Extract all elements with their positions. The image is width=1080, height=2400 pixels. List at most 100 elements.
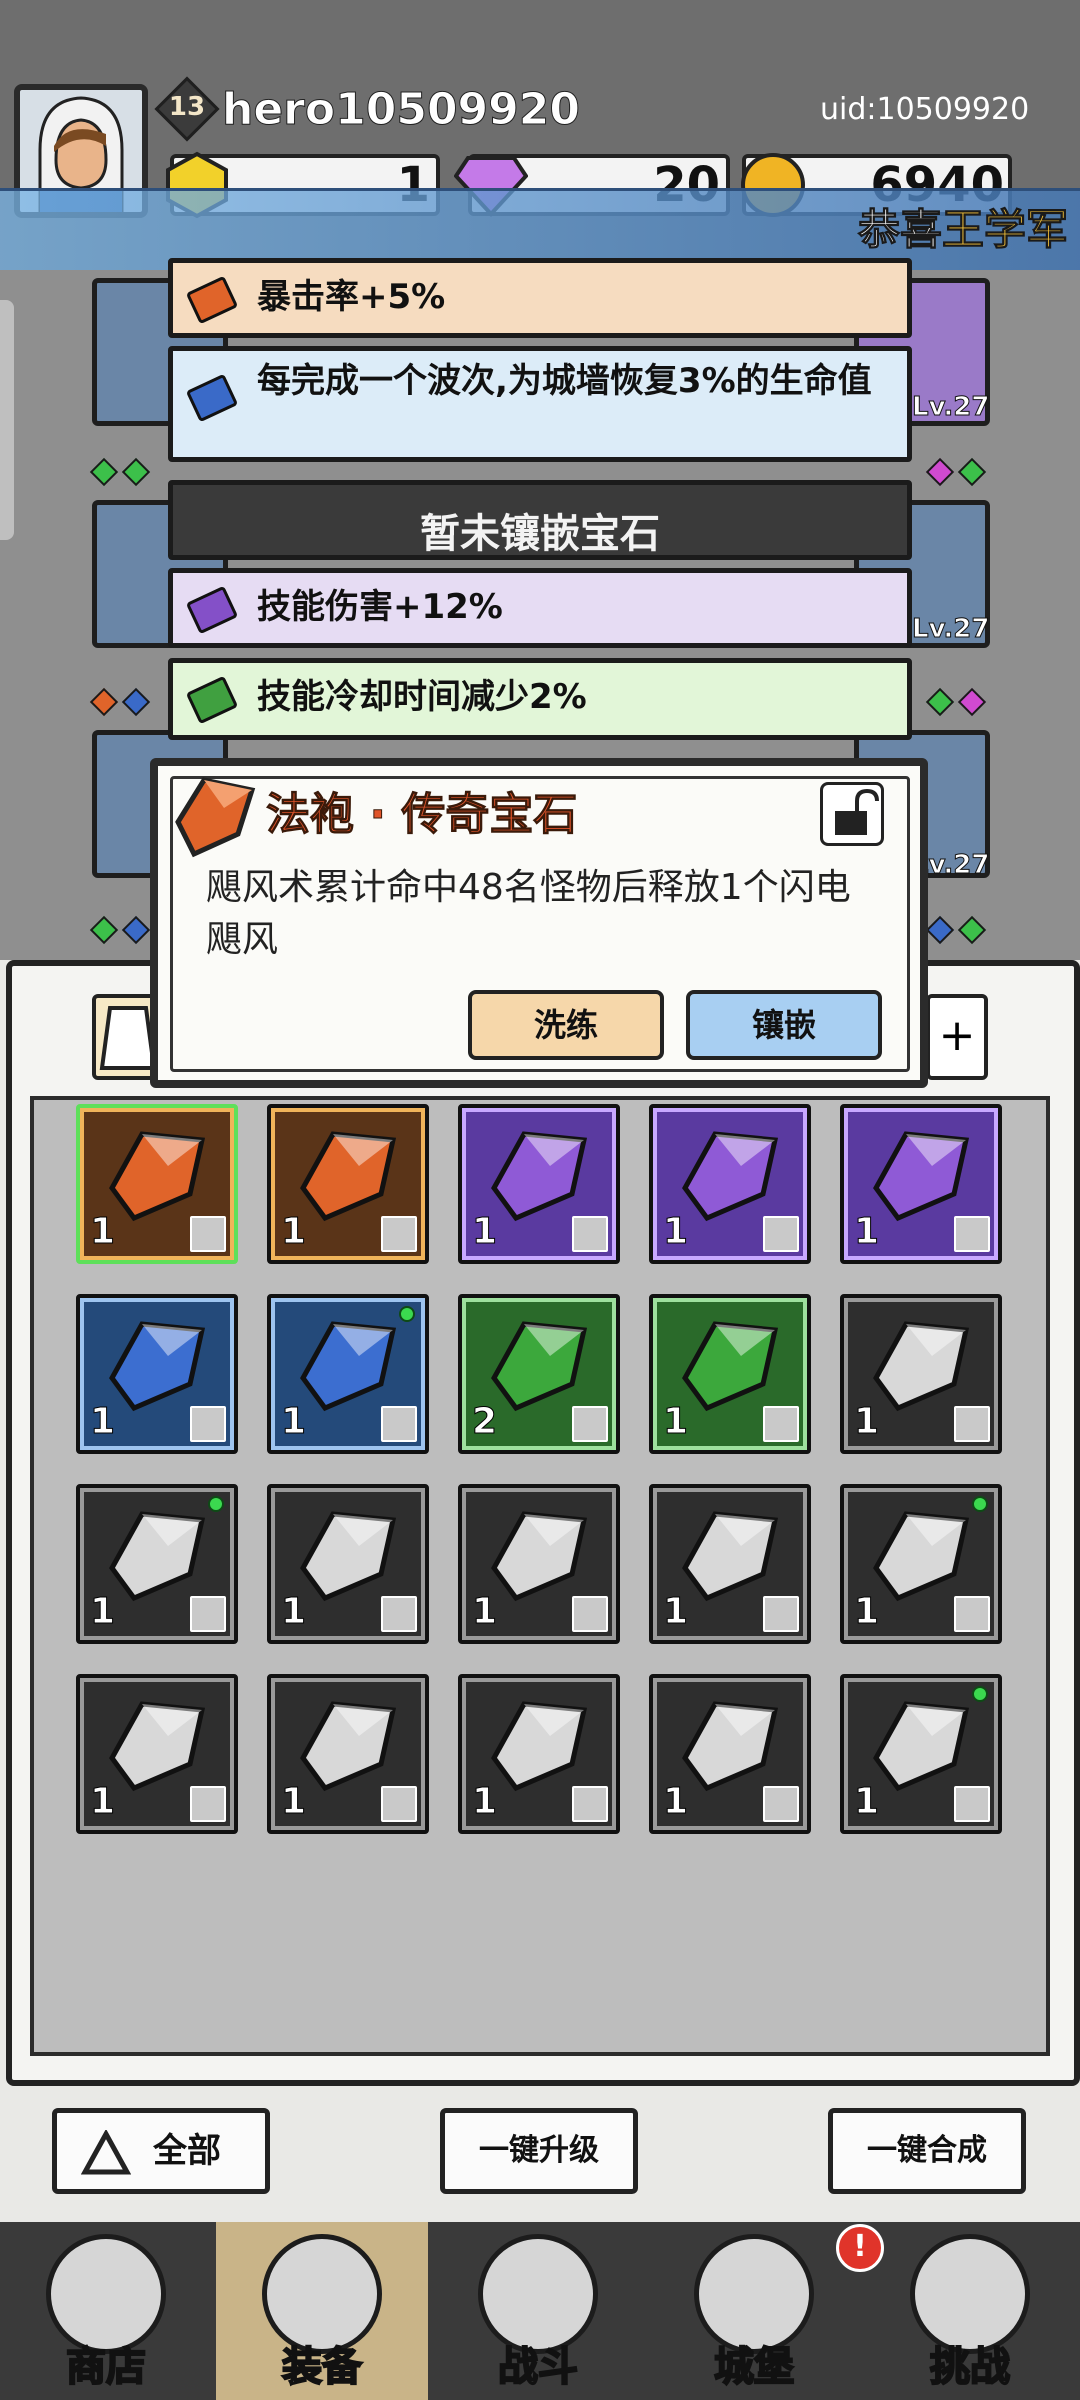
gem-icon	[109, 1511, 206, 1602]
gem-icon	[682, 1321, 779, 1412]
gem-icon	[873, 1701, 970, 1792]
gem-icon	[109, 1131, 206, 1222]
equipment-type-icon	[572, 1216, 608, 1252]
gem-icon	[491, 1131, 588, 1222]
gem-icon	[491, 1701, 588, 1792]
gem-stat-row-crit: 暴击率+5%	[168, 258, 912, 338]
gem-icon	[300, 1701, 397, 1792]
equipment-type-icon	[572, 1406, 608, 1442]
inventory-cell[interactable]: 1	[840, 1294, 1002, 1454]
inventory-cell[interactable]: 2	[458, 1294, 620, 1454]
item-count: 1	[662, 1401, 689, 1443]
unlock-icon[interactable]	[820, 782, 884, 846]
green-gem-icon	[185, 675, 239, 725]
gem-icon	[873, 1511, 970, 1602]
nav-label: 商店	[65, 2343, 147, 2391]
nav-item[interactable]: 挑战	[864, 2222, 1076, 2400]
gem-stat-text: 暴击率+5%	[257, 277, 446, 317]
item-count: 1	[471, 1781, 498, 1823]
item-count: 2	[471, 1401, 498, 1443]
gem-icon	[682, 1511, 779, 1602]
purple-gem-icon	[185, 585, 239, 635]
announcement-text: 恭喜王学军	[857, 196, 1068, 257]
gem-icon	[300, 1321, 397, 1412]
gem-stat-text: 技能冷却时间减少2%	[257, 677, 587, 717]
equipment-type-icon	[190, 1596, 226, 1632]
inventory-cell[interactable]: 1	[76, 1104, 238, 1264]
nav-label: 战斗	[497, 2343, 579, 2391]
inventory-cell[interactable]: 1	[267, 1104, 429, 1264]
gem-stat-text: 技能伤害+12%	[257, 587, 503, 627]
item-count: 1	[662, 1781, 689, 1823]
new-indicator-dot	[399, 1306, 415, 1322]
side-handle	[0, 300, 14, 540]
inlay-button[interactable]: 镶嵌	[686, 990, 882, 1060]
equipment-type-icon	[381, 1786, 417, 1822]
inventory-cell[interactable]: 1	[649, 1484, 811, 1644]
inventory-cell[interactable]: 1	[76, 1674, 238, 1834]
new-indicator-dot	[208, 1496, 224, 1512]
item-count: 1	[471, 1211, 498, 1253]
level-value: 13	[168, 92, 206, 122]
item-count: 1	[89, 1781, 116, 1823]
inventory-cell[interactable]: 1	[267, 1674, 429, 1834]
equipment-type-icon	[190, 1406, 226, 1442]
equipment-type-icon	[763, 1786, 799, 1822]
item-count: 1	[280, 1781, 307, 1823]
inventory-cell[interactable]: 1	[76, 1294, 238, 1454]
orange-gem-icon	[185, 275, 239, 325]
equipment-type-icon	[190, 1216, 226, 1252]
filter-all-label: 全部	[153, 2131, 221, 2171]
item-count: 1	[280, 1591, 307, 1633]
gem-stat-row-empty[interactable]: 暂未镶嵌宝石	[168, 480, 912, 560]
inventory-cell[interactable]: 1	[649, 1104, 811, 1264]
item-count: 1	[662, 1591, 689, 1633]
empty-gem-text: 暂未镶嵌宝石	[420, 511, 660, 557]
item-count: 1	[471, 1591, 498, 1633]
inventory-cell[interactable]: 1	[267, 1294, 429, 1454]
inventory-cell[interactable]: 1	[76, 1484, 238, 1644]
equipment-type-icon	[381, 1216, 417, 1252]
equipment-type-icon	[190, 1786, 226, 1822]
inventory-cell[interactable]: 1	[267, 1484, 429, 1644]
equipment-type-icon	[763, 1596, 799, 1632]
inventory-cell[interactable]: 1	[840, 1674, 1002, 1834]
inventory-cell[interactable]: 1	[458, 1674, 620, 1834]
item-count: 1	[89, 1401, 116, 1443]
gem-icon	[682, 1131, 779, 1222]
inventory-cell[interactable]: 1	[649, 1674, 811, 1834]
gem-icon	[491, 1321, 588, 1412]
upgrade-all-button[interactable]: 一键升级	[440, 2108, 638, 2194]
inventory-cell[interactable]: 1	[458, 1484, 620, 1644]
item-count: 1	[89, 1211, 116, 1253]
uid-label: uid:10509920	[820, 92, 1030, 127]
equipment-type-icon	[954, 1786, 990, 1822]
merge-all-button[interactable]: 一键合成	[828, 2108, 1026, 2194]
nav-item[interactable]: 装备	[216, 2222, 428, 2400]
gem-stat-text: 每完成一个波次,为城墙恢复3%的生命值	[257, 361, 872, 401]
filter-all-button[interactable]: 全部	[52, 2108, 270, 2194]
inventory-cell[interactable]: 1	[458, 1104, 620, 1264]
inventory-cell[interactable]: 1	[649, 1294, 811, 1454]
new-indicator-dot	[972, 1496, 988, 1512]
reroll-button[interactable]: 洗练	[468, 990, 664, 1060]
gem-icon	[873, 1131, 970, 1222]
nav-item[interactable]: 战斗	[432, 2222, 644, 2400]
equipment-type-icon	[763, 1406, 799, 1442]
inventory-cell[interactable]: 1	[840, 1484, 1002, 1644]
nav-item[interactable]: 城堡	[648, 2222, 860, 2400]
equipment-type-icon	[763, 1216, 799, 1252]
item-count: 1	[662, 1211, 689, 1253]
announcement-prefix: 恭喜	[857, 205, 943, 255]
item-count: 1	[853, 1781, 880, 1823]
item-count: 1	[280, 1211, 307, 1253]
item-count: 1	[89, 1591, 116, 1633]
equip-level: Lv.27	[911, 392, 990, 423]
new-indicator-dot	[972, 1686, 988, 1702]
gem-stat-row-wall-heal: 每完成一个波次,为城墙恢复3%的生命值	[168, 346, 912, 462]
item-count: 1	[853, 1591, 880, 1633]
inventory-cell[interactable]: 1	[840, 1104, 1002, 1264]
add-icon[interactable]: +	[926, 994, 988, 1080]
nav-item[interactable]: 商店	[0, 2222, 212, 2400]
equipment-type-icon	[381, 1596, 417, 1632]
